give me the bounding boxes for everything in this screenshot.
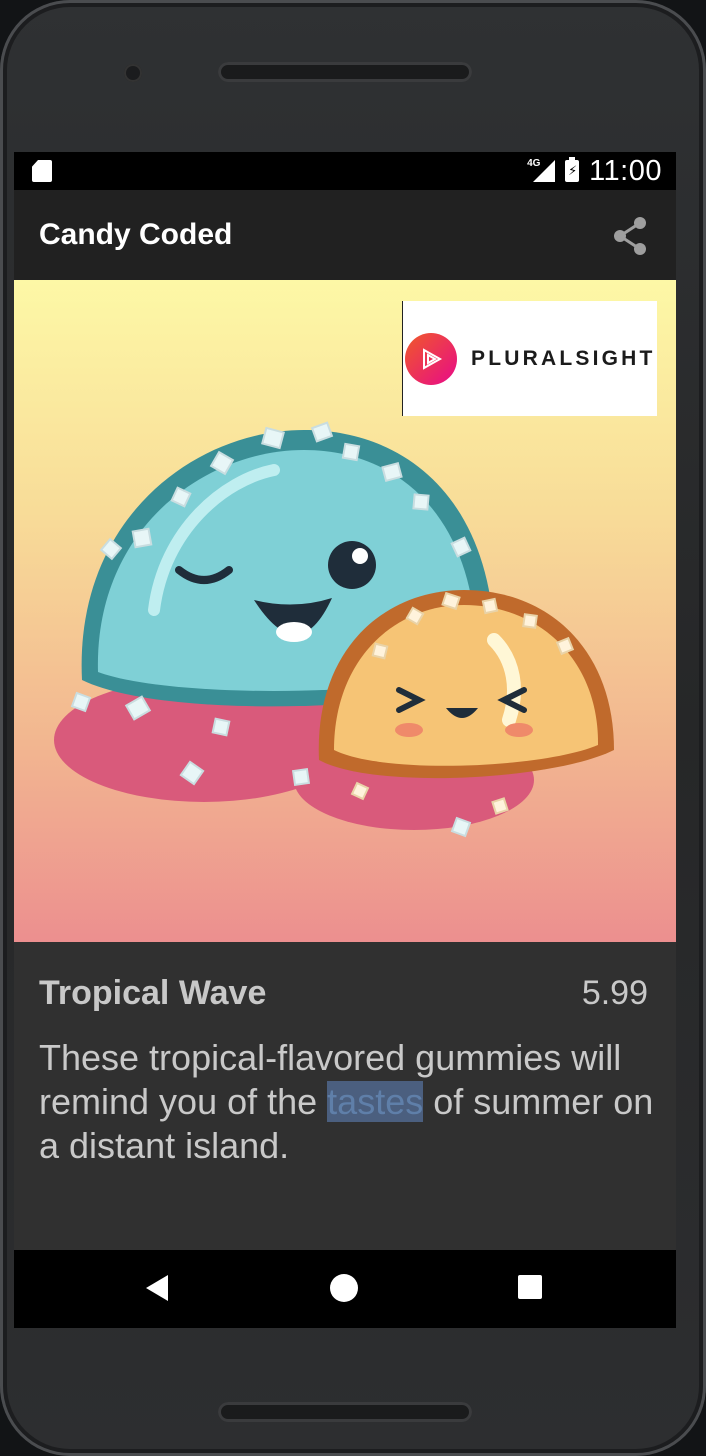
pluralsight-logo-text: PLURALSIGHT <box>471 346 656 370</box>
recents-square-icon[interactable] <box>518 1275 542 1299</box>
pluralsight-badge: PLURALSIGHT <box>402 301 657 416</box>
app-bar: Candy Coded <box>14 190 676 280</box>
candy-name: Tropical Wave <box>39 974 267 1012</box>
status-bar: 4G ⚡ 11:00 <box>14 152 676 190</box>
battery-charging-icon: ⚡ <box>565 157 580 182</box>
pluralsight-play-icon <box>405 332 457 385</box>
sd-card-icon <box>32 160 52 182</box>
candy-price: 5.99 <box>581 974 648 1012</box>
home-circle-icon[interactable] <box>330 1274 358 1302</box>
share-icon <box>614 217 646 255</box>
share-button[interactable] <box>608 214 652 258</box>
earpiece-speaker <box>218 62 472 82</box>
phone-frame: 4G ⚡ 11:00 Candy Coded PLURALSIGHT Tropi… <box>0 0 706 1456</box>
selected-text-highlight[interactable]: tastes <box>327 1081 424 1122</box>
status-icons: 4G ⚡ 11:00 <box>527 155 662 187</box>
screen: 4G ⚡ 11:00 Candy Coded PLURALSIGHT Tropi… <box>14 152 676 1328</box>
system-nav-bar <box>14 1250 676 1328</box>
candy-details: Tropical Wave 5.99 These tropical-flavor… <box>14 942 676 1250</box>
signal-icon: 4G <box>527 158 556 182</box>
front-camera <box>124 64 142 82</box>
app-title: Candy Coded <box>39 218 233 251</box>
candy-image: PLURALSIGHT <box>14 280 676 942</box>
candy-description[interactable]: These tropical-flavored gummies will rem… <box>39 1036 659 1168</box>
bottom-speaker <box>218 1402 472 1422</box>
back-triangle-icon[interactable] <box>146 1275 168 1301</box>
status-clock: 11:00 <box>589 154 662 187</box>
